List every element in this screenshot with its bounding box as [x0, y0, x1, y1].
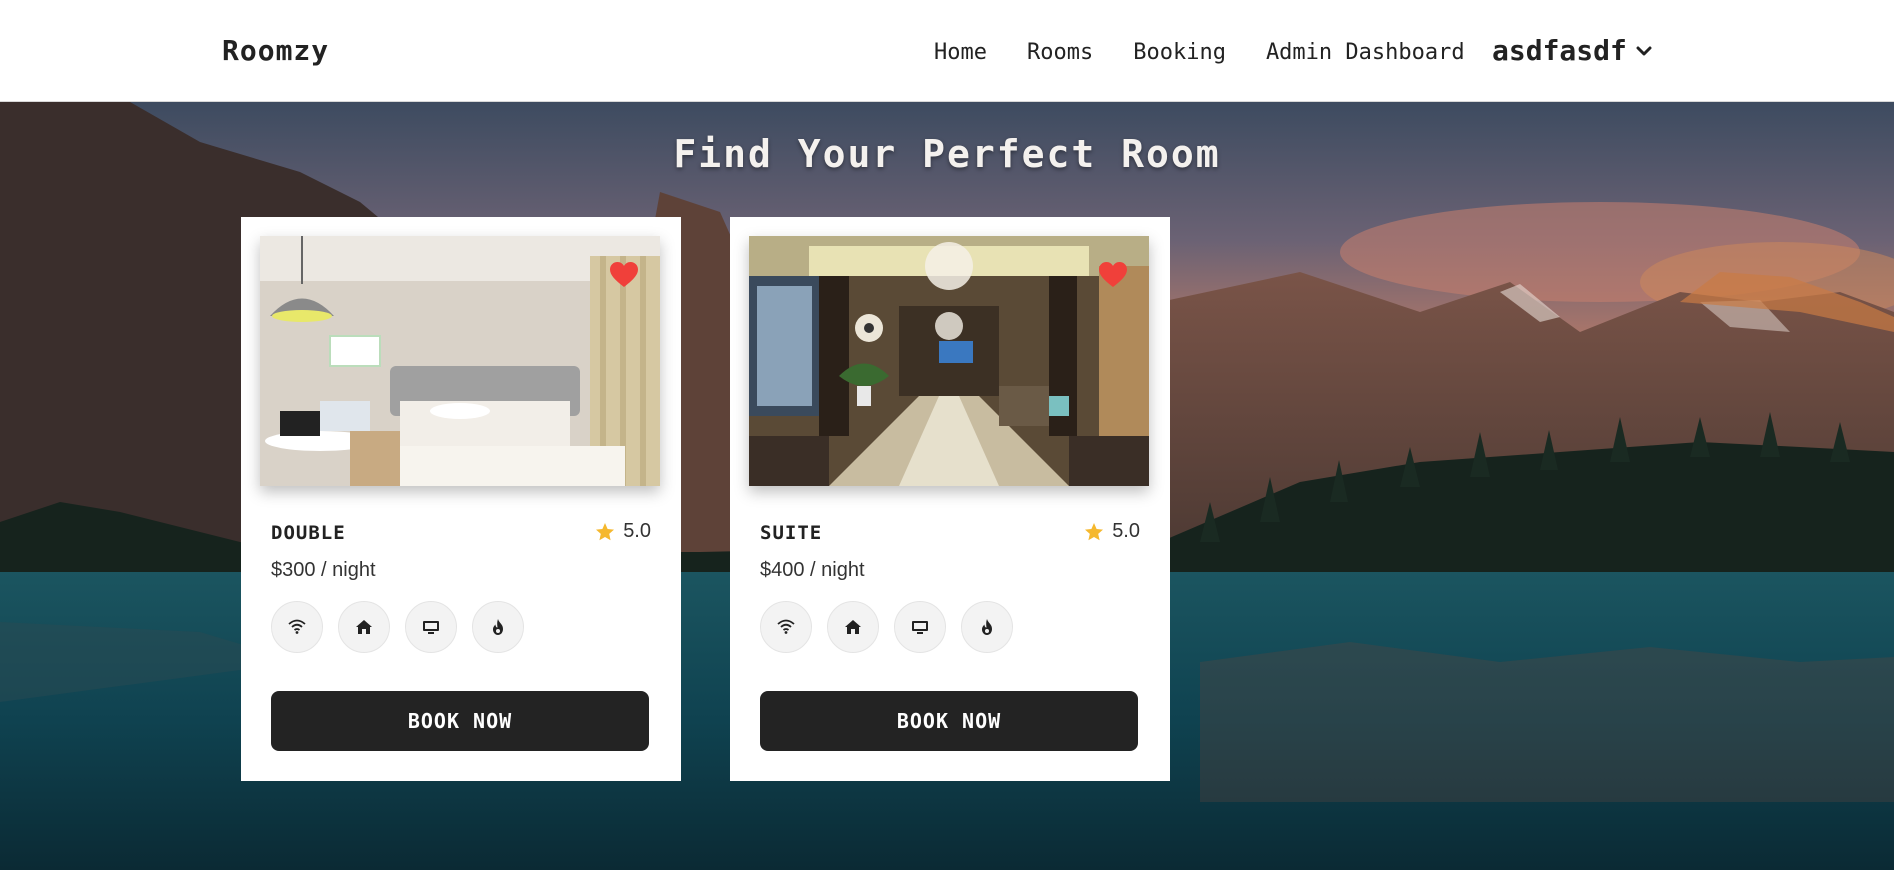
room-image-suite: [749, 236, 1149, 486]
tv-icon: [912, 621, 928, 634]
home-icon: [356, 620, 372, 634]
amenity-heating: [961, 601, 1013, 653]
amenities-list: [760, 601, 1028, 653]
rating: 5.0: [595, 520, 651, 543]
flame-icon: [493, 619, 503, 635]
nav-link-admin-dashboard[interactable]: Admin Dashboard: [1266, 40, 1465, 65]
user-name: asdfasdf: [1492, 34, 1627, 67]
room-price: $400 / night: [760, 559, 865, 581]
room-type: SUITE: [760, 522, 823, 544]
user-menu[interactable]: asdfasdf: [1492, 34, 1653, 67]
wifi-icon: [288, 619, 306, 634]
book-now-button[interactable]: BOOK NOW: [271, 691, 649, 751]
heart-icon[interactable]: [610, 262, 638, 288]
room-image-double: [260, 236, 660, 486]
amenity-home: [827, 601, 879, 653]
amenity-tv: [894, 601, 946, 653]
lobby-photo: [749, 236, 1149, 486]
amenities-list: [271, 601, 539, 653]
amenity-heating: [472, 601, 524, 653]
home-icon: [845, 620, 861, 634]
star-icon: [596, 522, 615, 540]
nav-link-home[interactable]: Home: [934, 40, 987, 65]
room-price: $300 / night: [271, 559, 376, 581]
chevron-down-icon: [1636, 46, 1652, 55]
room-type: DOUBLE: [271, 522, 346, 544]
star-icon: [1085, 522, 1104, 540]
book-now-button[interactable]: BOOK NOW: [760, 691, 1138, 751]
rating-value: 5.0: [1112, 520, 1140, 542]
heart-icon[interactable]: [1099, 262, 1127, 288]
rating-value: 5.0: [623, 520, 651, 542]
amenity-tv: [405, 601, 457, 653]
tv-icon: [423, 621, 439, 634]
rating: 5.0: [1084, 520, 1140, 543]
amenity-wifi: [760, 601, 812, 653]
navbar: Roomzy Home Rooms Booking Admin Dashboar…: [0, 0, 1894, 102]
nav-link-rooms[interactable]: Rooms: [1027, 40, 1093, 65]
amenity-wifi: [271, 601, 323, 653]
nav-link-booking[interactable]: Booking: [1133, 40, 1226, 65]
room-card-suite: SUITE 5.0 $400 / night BOOK NOW: [730, 217, 1170, 781]
nav-links: Home Rooms Booking Admin Dashboard: [934, 40, 1505, 65]
room-card-double: DOUBLE 5.0 $300 / night BOOK NOW: [241, 217, 681, 781]
amenity-home: [338, 601, 390, 653]
page-title: Find Your Perfect Room: [673, 132, 1221, 176]
flame-icon: [982, 619, 992, 635]
wifi-icon: [777, 619, 795, 634]
brand-logo[interactable]: Roomzy: [222, 34, 329, 67]
bedroom-photo: [260, 236, 660, 486]
